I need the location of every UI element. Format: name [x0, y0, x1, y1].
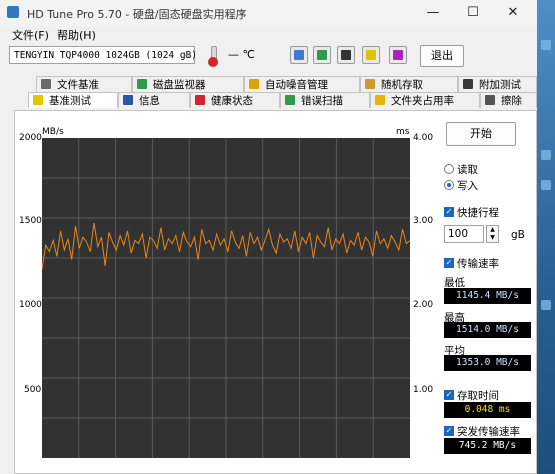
left-tick-1500: 1500 — [19, 216, 42, 226]
read-radio[interactable] — [444, 164, 454, 174]
tab-label: 健康状态 — [211, 95, 253, 107]
tab-benchmark[interactable]: 基准测试 — [28, 92, 118, 108]
write-radio[interactable] — [444, 180, 454, 190]
health-cross-icon — [195, 95, 205, 105]
copy-icon[interactable] — [290, 46, 308, 64]
window-title: HD Tune Pro 5.70 - 硬盘/固态硬盘实用程序 — [27, 8, 247, 21]
right-axis-unit: ms — [396, 127, 410, 137]
transfer-rate-checkbox[interactable]: ✓ — [444, 258, 454, 268]
camera-icon[interactable] — [337, 46, 355, 64]
tab-label: 错误扫描 — [301, 95, 343, 107]
drive-select-value: TENGYIN TQP4000 1024GB (1024 gB) — [14, 50, 198, 61]
burst-rate-label: 突发传输速率 — [457, 426, 520, 438]
burst-rate-checkbox[interactable]: ✓ — [444, 426, 454, 436]
tab-bar: 文件基准 磁盘监视器 自动噪音管理 随机存取 附加测试 基准测试 信息 健康状态… — [14, 76, 537, 110]
write-label: 写入 — [457, 180, 478, 192]
tab-label: 信息 — [139, 95, 160, 107]
copy-screen-icon[interactable] — [313, 46, 331, 64]
tab-erase[interactable]: 擦除 — [480, 92, 537, 108]
left-tick-2000: 2000 — [19, 133, 42, 143]
desktop-icon — [541, 300, 551, 310]
short-stroke-input[interactable]: 100 — [444, 225, 484, 243]
left-tick-500: 500 — [24, 385, 42, 395]
right-tick-2: 2.00 — [413, 300, 434, 310]
read-label: 读取 — [457, 164, 478, 176]
avg-value: 1353.0 MB/s — [444, 355, 531, 371]
dice-icon — [365, 79, 375, 89]
tab-aam[interactable]: 自动噪音管理 — [244, 76, 360, 92]
short-stroke-checkbox[interactable]: ✓ — [444, 207, 454, 217]
transfer-rate-label: 传输速率 — [457, 258, 499, 270]
health-icon[interactable] — [362, 46, 380, 64]
burst-rate-value: 745.2 MB/s — [444, 438, 531, 454]
tab-label: 随机存取 — [381, 79, 423, 91]
right-tick-3: 3.00 — [413, 216, 434, 226]
speaker-icon — [249, 79, 259, 89]
menu-file[interactable]: 文件(F) — [12, 27, 49, 43]
tab-label: 磁盘监视器 — [153, 79, 206, 91]
tab-error-scan[interactable]: 错误扫描 — [280, 92, 370, 108]
tab-label: 擦除 — [501, 95, 522, 107]
magnifier-icon — [285, 95, 295, 105]
benchmark-chart — [42, 138, 410, 458]
tab-label: 文件夹占用率 — [391, 95, 454, 107]
tab-info[interactable]: 信息 — [118, 92, 190, 108]
tab-folder-usage[interactable]: 文件夹占用率 — [370, 92, 480, 108]
access-time-value: 0.048 ms — [444, 402, 531, 418]
exit-button[interactable]: 退出 — [420, 45, 464, 67]
short-stroke-label: 快捷行程 — [457, 207, 499, 219]
minimize-button[interactable]: — — [413, 3, 453, 23]
start-button[interactable]: 开始 — [446, 122, 516, 146]
tab-file-benchmark[interactable]: 文件基准 — [36, 76, 132, 92]
desktop-edge — [537, 0, 555, 474]
short-stroke-stepper[interactable]: ▲ ▼ — [486, 225, 499, 243]
file-icon — [41, 79, 51, 89]
app-window: HD Tune Pro 5.70 - 硬盘/固态硬盘实用程序 — ☐ ✕ 文件(… — [0, 0, 538, 474]
title-bar[interactable]: HD Tune Pro 5.70 - 硬盘/固态硬盘实用程序 — ☐ ✕ — [0, 0, 537, 26]
app-icon — [7, 6, 19, 18]
access-time-label: 存取时间 — [457, 390, 499, 402]
menu-bar: 文件(F) 帮助(H) — [0, 26, 537, 42]
monitor-icon — [137, 79, 147, 89]
max-value: 1514.0 MB/s — [444, 322, 531, 338]
left-axis-unit: MB/s — [42, 127, 64, 137]
maximize-button[interactable]: ☐ — [453, 3, 493, 23]
tests-icon — [463, 79, 473, 89]
temperature-readout: — ℃ — [228, 48, 255, 61]
info-icon — [123, 95, 133, 105]
drive-select[interactable]: TENGYIN TQP4000 1024GB (1024 gB) ⌵ — [9, 46, 198, 64]
tab-health[interactable]: 健康状态 — [190, 92, 280, 108]
menu-help[interactable]: 帮助(H) — [57, 27, 96, 43]
tab-label: 自动噪音管理 — [265, 79, 328, 91]
trash-icon — [485, 95, 495, 105]
short-stroke-unit: gB — [511, 229, 525, 241]
access-time-checkbox[interactable]: ✓ — [444, 390, 454, 400]
tab-label: 基准测试 — [49, 95, 91, 107]
bulb-icon — [33, 95, 43, 105]
chevron-down-icon: ⌵ — [184, 51, 191, 61]
desktop-icon — [541, 40, 551, 50]
tab-extra-tests[interactable]: 附加测试 — [458, 76, 537, 92]
right-tick-1: 1.00 — [413, 385, 434, 395]
desktop-icon — [541, 150, 551, 160]
tab-random-access[interactable]: 随机存取 — [360, 76, 458, 92]
desktop-icon — [541, 180, 551, 190]
thermometer-icon — [206, 46, 220, 67]
left-tick-1000: 1000 — [19, 300, 42, 310]
tab-label: 附加测试 — [479, 79, 521, 91]
tab-label: 文件基准 — [57, 79, 99, 91]
toolbar: TENGYIN TQP4000 1024GB (1024 gB) ⌵ — ℃ 退… — [0, 42, 537, 72]
right-tick-4: 4.00 — [413, 133, 434, 143]
folder-icon — [375, 95, 385, 105]
tab-disk-monitor[interactable]: 磁盘监视器 — [132, 76, 244, 92]
download-icon[interactable] — [389, 46, 407, 64]
min-value: 1145.4 MB/s — [444, 288, 531, 304]
close-button[interactable]: ✕ — [493, 3, 533, 23]
